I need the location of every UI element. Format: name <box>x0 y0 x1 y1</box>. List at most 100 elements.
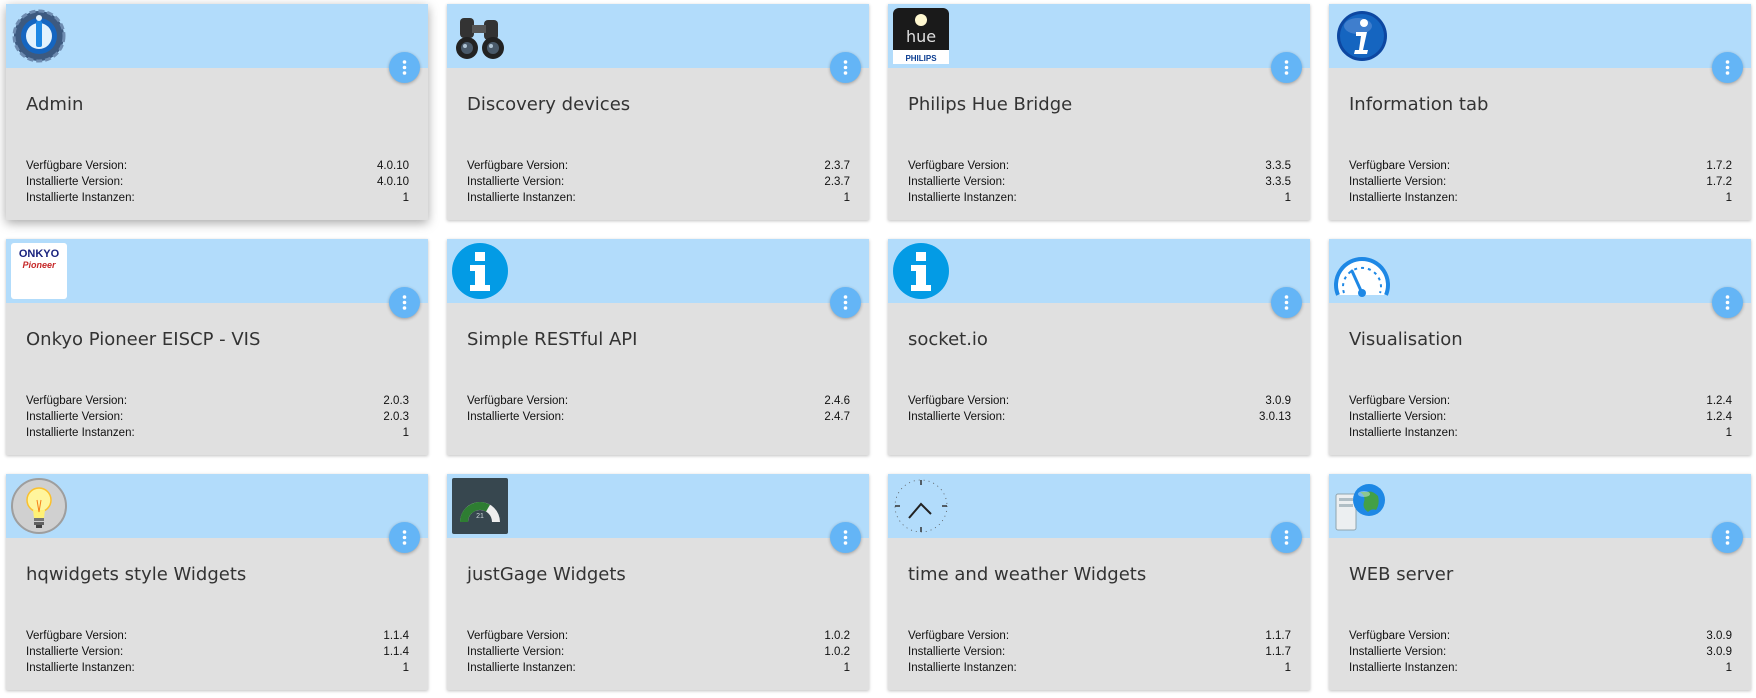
more-vert-icon <box>843 295 848 310</box>
svg-text:PHILIPS: PHILIPS <box>905 54 937 63</box>
adapter-card-socketio[interactable]: socket.io Verfügbare Version: 3.0.9 Insta… <box>888 239 1310 455</box>
more-vert-icon <box>1284 295 1289 310</box>
card-menu-button[interactable] <box>830 52 861 83</box>
svg-text:hue: hue <box>906 27 936 46</box>
version-info: Verfügbare Version: 3.0.9 Installierte Ve… <box>908 393 1291 425</box>
card-header <box>6 474 428 538</box>
card-header <box>6 239 428 303</box>
installed-instances-label: Installierte Instanzen: <box>26 662 135 674</box>
card-menu-button[interactable] <box>1712 287 1743 318</box>
version-info: Verfügbare Version: 1.7.2 Installierte Ve… <box>1349 158 1732 206</box>
more-vert-icon <box>843 530 848 545</box>
adapter-card-vis[interactable]: Visualisation Verfügbare Version: 1.2.4 I… <box>1329 239 1751 455</box>
svg-text:Pioneer: Pioneer <box>22 260 56 270</box>
adapter-card-timeandweather[interactable]: time and weather Widgets Verfügbare Vers… <box>888 474 1310 690</box>
card-menu-button[interactable] <box>1271 52 1302 83</box>
lightbulb-icon <box>11 478 67 534</box>
installed-instances-value: 1 <box>402 192 409 204</box>
version-info: Verfügbare Version: 2.4.6 Installierte Ve… <box>467 393 850 425</box>
gauge-icon <box>1334 243 1390 299</box>
installed-version-label: Installierte Version: <box>1349 176 1447 188</box>
adapter-card-justgage[interactable]: 21 justGage Widgets Verfügbare Version: 1… <box>447 474 869 690</box>
installed-instances-value: 1 <box>843 662 850 674</box>
card-header <box>6 4 428 68</box>
installed-instances-value: 1 <box>402 662 409 674</box>
card-header <box>1329 474 1751 538</box>
card-menu-button[interactable] <box>830 287 861 318</box>
version-info: Verfügbare Version: 3.0.9 Installierte Ve… <box>1349 628 1732 676</box>
card-menu-button[interactable] <box>1271 522 1302 553</box>
installed-version-value: 3.0.13 <box>1259 411 1291 423</box>
more-vert-icon <box>1725 60 1730 75</box>
more-vert-icon <box>1725 530 1730 545</box>
installed-version-label: Installierte Version: <box>26 176 124 188</box>
available-version-label: Verfügbare Version: <box>26 630 128 642</box>
web-server-icon <box>1334 478 1390 534</box>
more-vert-icon <box>402 530 407 545</box>
installed-version-label: Installierte Version: <box>26 646 124 658</box>
adapter-card-hue[interactable]: hue PHILIPS Philips Hue Bridge Verfügbar… <box>888 4 1310 220</box>
installed-version-label: Installierte Version: <box>26 411 124 423</box>
available-version-value: 4.0.10 <box>377 160 409 172</box>
version-info: Verfügbare Version: 1.1.4 Installierte Ve… <box>26 628 409 676</box>
installed-instances-label: Installierte Instanzen: <box>908 662 1017 674</box>
version-info: Verfügbare Version: 1.2.4 Installierte Ve… <box>1349 393 1732 441</box>
installed-version-value: 1.7.2 <box>1706 176 1732 188</box>
card-header <box>888 4 1310 68</box>
card-menu-button[interactable] <box>830 522 861 553</box>
available-version-label: Verfügbare Version: <box>908 630 1010 642</box>
installed-version-value: 1.0.2 <box>824 646 850 658</box>
adapter-card-onkyo[interactable]: ONKYO Pioneer Onkyo Pioneer EISCP - VIS … <box>6 239 428 455</box>
clock-icon <box>893 478 949 534</box>
info-circle-icon <box>452 243 508 299</box>
installed-version-value: 2.4.7 <box>824 411 850 423</box>
card-menu-button[interactable] <box>389 522 420 553</box>
info-circle-icon <box>893 243 949 299</box>
available-version-value: 2.0.3 <box>383 395 409 407</box>
installed-version-label: Installierte Version: <box>467 176 565 188</box>
installed-instances-value: 1 <box>843 192 850 204</box>
adapter-title: Philips Hue Bridge <box>908 94 1073 115</box>
version-info: Verfügbare Version: 1.0.2 Installierte Ve… <box>467 628 850 676</box>
card-menu-button[interactable] <box>1712 52 1743 83</box>
card-menu-button[interactable] <box>389 287 420 318</box>
card-menu-button[interactable] <box>1712 522 1743 553</box>
adapter-card-hqwidgets[interactable]: hqwidgets style Widgets Verfügbare Versi… <box>6 474 428 690</box>
installed-version-label: Installierte Version: <box>908 411 1006 423</box>
version-info: Verfügbare Version: 2.0.3 Installierte Ve… <box>26 393 409 441</box>
card-menu-button[interactable] <box>1271 287 1302 318</box>
installed-instances-label: Installierte Instanzen: <box>467 662 576 674</box>
binoculars-icon <box>452 8 508 64</box>
installed-version-value: 2.0.3 <box>383 411 409 423</box>
adapter-title: hqwidgets style Widgets <box>26 564 247 585</box>
available-version-value: 2.3.7 <box>824 160 850 172</box>
adapter-title: WEB server <box>1349 564 1454 585</box>
adapter-title: socket.io <box>908 329 988 350</box>
onkyo-pioneer-logo: ONKYO Pioneer <box>11 243 67 299</box>
available-version-value: 3.0.9 <box>1706 630 1732 642</box>
installed-instances-value: 1 <box>402 427 409 439</box>
adapter-title: Onkyo Pioneer EISCP - VIS <box>26 329 261 350</box>
adapter-card-web[interactable]: WEB server Verfügbare Version: 3.0.9 Inst… <box>1329 474 1751 690</box>
installed-version-value: 3.3.5 <box>1265 176 1291 188</box>
adapter-card-simple-api[interactable]: Simple RESTful API Verfügbare Version: 2.… <box>447 239 869 455</box>
installed-version-label: Installierte Version: <box>467 411 565 423</box>
installed-instances-value: 1 <box>1725 192 1732 204</box>
card-header <box>1329 239 1751 303</box>
adapter-card-admin[interactable]: Admin Verfügbare Version: 4.0.10 Installi… <box>6 4 428 220</box>
adapter-card-discovery[interactable]: Discovery devices Verfügbare Version: 2.3… <box>447 4 869 220</box>
card-header <box>447 239 869 303</box>
adapter-title: Simple RESTful API <box>467 329 638 350</box>
installed-instances-label: Installierte Instanzen: <box>1349 427 1458 439</box>
installed-version-value: 1.1.7 <box>1265 646 1291 658</box>
adapter-grid: Admin Verfügbare Version: 4.0.10 Installi… <box>0 0 1756 698</box>
available-version-value: 1.2.4 <box>1706 395 1732 407</box>
more-vert-icon <box>1725 295 1730 310</box>
card-menu-button[interactable] <box>389 52 420 83</box>
installed-instances-value: 1 <box>1725 427 1732 439</box>
more-vert-icon <box>1284 60 1289 75</box>
installed-version-label: Installierte Version: <box>908 176 1006 188</box>
adapter-card-info[interactable]: Information tab Verfügbare Version: 1.7.2… <box>1329 4 1751 220</box>
installed-instances-value: 1 <box>1284 192 1291 204</box>
installed-version-label: Installierte Version: <box>467 646 565 658</box>
